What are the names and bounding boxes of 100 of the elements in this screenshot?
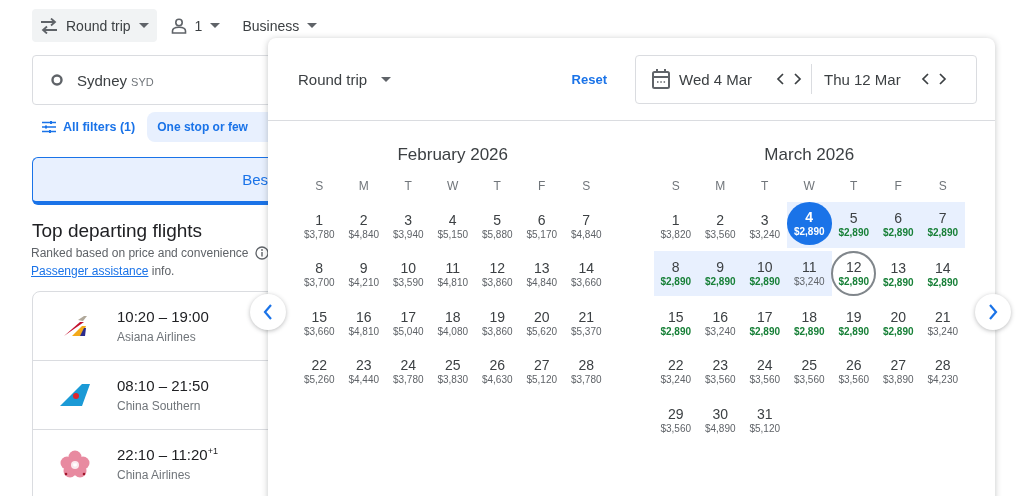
date-cell[interactable]: 4 $5,150	[430, 202, 475, 251]
next-month-button[interactable]	[975, 294, 1011, 330]
date-cell[interactable]: 23 $4,440	[341, 347, 386, 396]
flight-times: 10:20 – 19:00	[117, 308, 209, 325]
caret-icon	[138, 23, 149, 28]
date-cell[interactable]: 24 $3,780	[386, 347, 431, 396]
date-cell[interactable]: 14 $3,660	[564, 250, 609, 299]
range-date-cell[interactable]: 9 $2,890	[698, 250, 743, 296]
date-cell[interactable]: 1 $3,780	[297, 202, 342, 251]
selected-date[interactable]: 12 $2,890	[831, 250, 877, 296]
stops-filter-chip[interactable]: One stop or few	[147, 112, 268, 142]
date-cell[interactable]: 22 $3,240	[653, 347, 698, 396]
date-cell[interactable]: 17 $5,040	[386, 299, 431, 348]
previous-month-button[interactable]	[250, 294, 286, 330]
selected-date[interactable]: 4 $2,890	[786, 202, 832, 245]
range-date-cell[interactable]: 7 $2,890	[920, 202, 965, 248]
date-cell[interactable]: 15 $3,660	[297, 299, 342, 348]
weekday-label: W	[802, 179, 816, 195]
date-cell[interactable]: 9 $4,210	[341, 250, 386, 299]
date-cell[interactable]: 23 $3,560	[698, 347, 743, 396]
chevron-left-icon	[921, 73, 929, 85]
flight-times: 08:10 – 21:50	[117, 377, 209, 394]
caret-icon	[381, 76, 392, 82]
date-range-field[interactable]: Wed 4 Mar Thu 12 Mar	[635, 54, 977, 104]
date-cell[interactable]: 18 $4,080	[430, 299, 475, 348]
chevron-right-icon	[988, 304, 998, 320]
date-cell[interactable]: 16 $4,810	[341, 299, 386, 348]
range-date-cell[interactable]: 11 $3,240	[787, 250, 832, 296]
date-cell[interactable]: 25 $3,830	[430, 347, 475, 396]
date-cell[interactable]: 17 $2,890	[742, 299, 787, 348]
range-date-cell[interactable]: 10 $2,890	[742, 250, 787, 296]
date-cell[interactable]: 6 $5,170	[519, 202, 564, 251]
date-cell[interactable]: 21 $3,240	[920, 299, 965, 348]
date-cell[interactable]: 27 $3,890	[876, 347, 921, 396]
date-cell[interactable]: 13 $4,840	[519, 250, 564, 299]
range-date-cell[interactable]: 8 $2,890	[653, 250, 698, 296]
date-cell[interactable]: 3 $3,240	[742, 202, 787, 251]
date-cell[interactable]: 29 $3,560	[653, 396, 698, 445]
date-cell[interactable]: 20 $2,890	[876, 299, 921, 348]
date-cell[interactable]: 19 $2,890	[831, 299, 876, 348]
cabin-class-dropdown[interactable]: Business	[234, 9, 326, 42]
weekday-label: S	[937, 179, 948, 195]
weekday-label: W	[446, 179, 460, 195]
date-cell[interactable]: 2 $3,560	[698, 202, 743, 251]
date-cell[interactable]: 8 $3,700	[297, 250, 342, 299]
month-title: March 2026	[763, 145, 856, 166]
all-filters-button[interactable]: All filters (1)	[32, 112, 144, 142]
origin-field[interactable]: Sydney SYD	[32, 55, 268, 105]
date-cell[interactable]: 10 $3,590	[386, 250, 431, 299]
date-cell[interactable]: 3 $3,940	[386, 202, 431, 251]
date-cell[interactable]: 28 $4,230	[920, 347, 965, 396]
date-cell[interactable]: 12 $3,860	[475, 250, 520, 299]
date-cell[interactable]: 19 $3,860	[475, 299, 520, 348]
date-cell[interactable]: 30 $4,890	[698, 396, 743, 445]
weekday-label: T	[492, 179, 502, 195]
date-cell[interactable]: 5 $5,880	[475, 202, 520, 251]
weekday-label: M	[357, 179, 370, 195]
date-cell[interactable]: 21 $5,370	[564, 299, 609, 348]
range-date-cell[interactable]: 6 $2,890	[876, 202, 921, 248]
weekday-label: S	[581, 179, 592, 195]
date-cell[interactable]: 25 $3,560	[787, 347, 832, 396]
weekday-label: M	[714, 179, 727, 195]
date-cell[interactable]: 28 $3,780	[564, 347, 609, 396]
date-cell[interactable]: 18 $2,890	[787, 299, 832, 348]
date-cell[interactable]: 24 $3,560	[742, 347, 787, 396]
calendar-icon	[652, 69, 670, 89]
range-date-cell[interactable]: 5 $2,890	[831, 202, 876, 248]
passenger-assistance-link[interactable]: Passenger assistance	[31, 264, 149, 278]
date-cell[interactable]: 1 $3,820	[653, 202, 698, 251]
date-cell[interactable]: 22 $5,260	[297, 347, 342, 396]
weekday-label: F	[893, 179, 903, 195]
reset-button[interactable]: Reset	[561, 63, 617, 95]
date-cell[interactable]: 26 $3,560	[831, 347, 876, 396]
date-cell[interactable]: 15 $2,890	[653, 299, 698, 348]
passengers-dropdown[interactable]: 1	[162, 9, 229, 42]
info-icon	[254, 246, 268, 260]
weekday-label: S	[314, 179, 325, 195]
sort-tab[interactable]: Bes	[32, 157, 268, 205]
date-cell[interactable]: 14 $2,890	[920, 250, 965, 299]
chevron-right-icon	[794, 73, 802, 85]
date-cell[interactable]: 7 $4,840	[564, 202, 609, 251]
person-icon	[170, 17, 187, 34]
date-cell[interactable]: 13 $2,890	[876, 250, 921, 299]
airline-name: China Airlines	[117, 468, 192, 482]
month-title: February 2026	[396, 145, 510, 166]
date-cell[interactable]: 31 $5,120	[742, 396, 787, 445]
assistance-note: Passenger assistance info.	[31, 264, 176, 278]
date-cell[interactable]: 20 $5,620	[519, 299, 564, 348]
origin-circle-icon	[51, 74, 63, 86]
date-cell[interactable]: 11 $4,810	[430, 250, 475, 299]
flight-times: 22:10 – 11:20$^{+1}$	[117, 446, 218, 463]
trip-type-dropdown[interactable]: Round trip	[32, 9, 157, 42]
date-cell[interactable]: 2 $4,840	[341, 202, 386, 251]
caret-icon	[307, 23, 318, 28]
trip-type-dropdown[interactable]: Round trip	[288, 70, 402, 88]
filter-sliders-icon	[42, 121, 56, 133]
date-cell[interactable]: 16 $3,240	[698, 299, 743, 348]
chevron-left-icon	[776, 73, 784, 85]
date-cell[interactable]: 26 $4,630	[475, 347, 520, 396]
date-cell[interactable]: 27 $5,120	[519, 347, 564, 396]
